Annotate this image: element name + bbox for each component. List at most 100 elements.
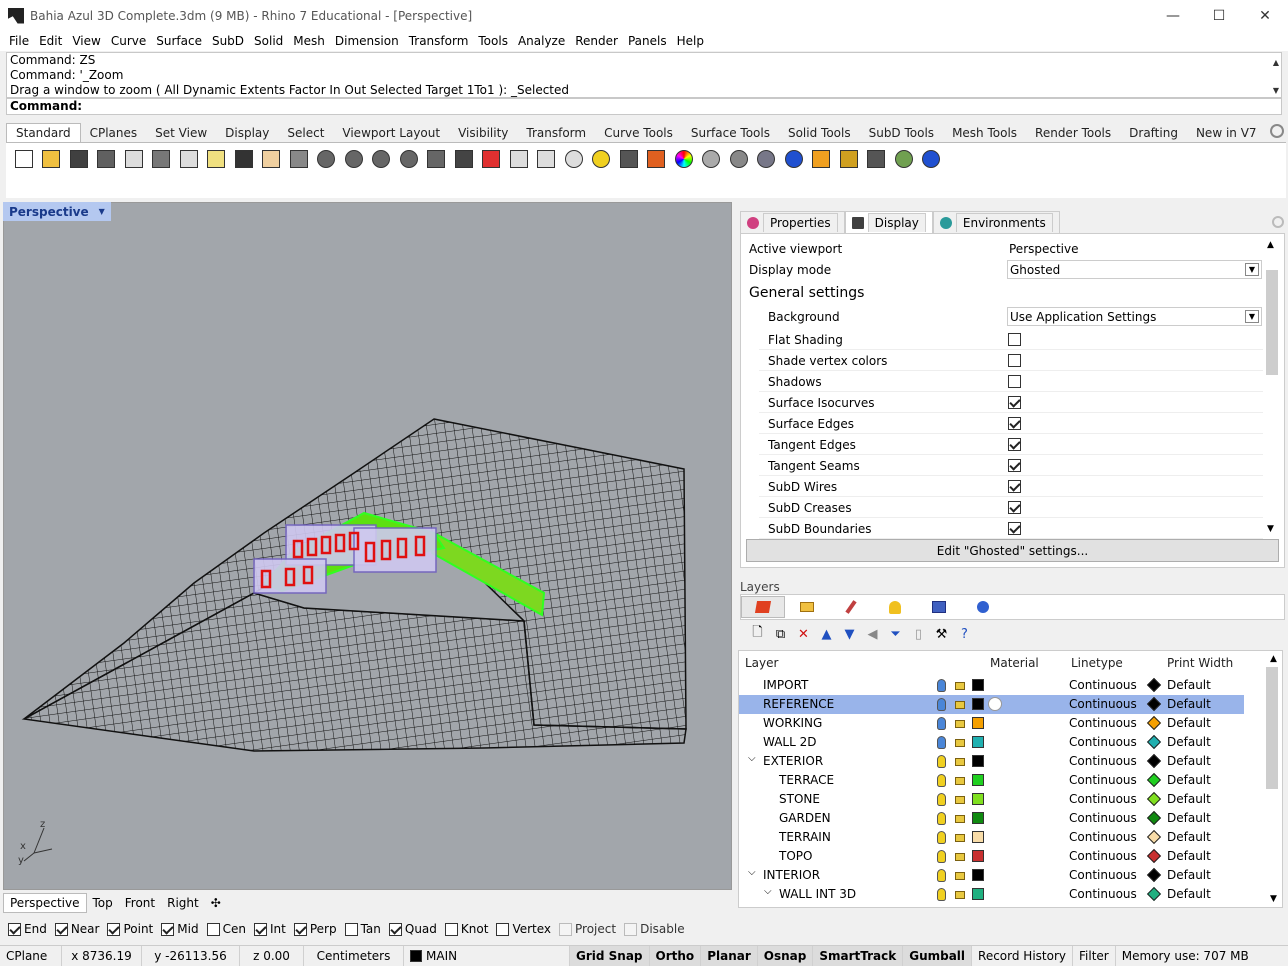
new-sublayer-icon[interactable]: ⧉: [769, 627, 792, 642]
layer-linetype[interactable]: Continuous: [1069, 830, 1137, 844]
shaded-sphere-button[interactable]: [725, 147, 753, 171]
osnap-vertex[interactable]: Vertex: [496, 922, 551, 936]
viewport-title-tab[interactable]: Perspective ▼: [3, 202, 111, 221]
tab-drafting[interactable]: Drafting: [1120, 124, 1187, 142]
menu-mesh[interactable]: Mesh: [288, 34, 330, 48]
lock-icon[interactable]: [955, 739, 965, 747]
scroll-up-icon[interactable]: ▲: [1267, 240, 1274, 250]
print-color-diamond-icon[interactable]: [1146, 772, 1162, 788]
layer-row-stone[interactable]: STONE Continuous Default: [739, 790, 1244, 809]
print-button[interactable]: [93, 147, 121, 171]
visibility-bulb-icon[interactable]: [937, 736, 946, 749]
visibility-bulb-icon[interactable]: [937, 755, 946, 768]
panel-tab-properties[interactable]: Properties: [740, 211, 845, 233]
scroll-up-icon[interactable]: ▲: [1270, 654, 1277, 664]
layer-row-terrace[interactable]: TERRACE Continuous Default: [739, 771, 1244, 790]
menu-tools[interactable]: Tools: [473, 34, 513, 48]
lock-icon[interactable]: [955, 872, 965, 880]
print-color-diamond-icon[interactable]: [1146, 810, 1162, 826]
viewport-tab-right[interactable]: Right: [161, 894, 205, 912]
print-color-diamond-icon[interactable]: [1146, 829, 1162, 845]
help-icon[interactable]: ?: [953, 627, 976, 642]
expand-chevron-icon[interactable]: ⌵: [748, 753, 756, 764]
lock-icon[interactable]: [955, 777, 965, 785]
tab-viewport-layout[interactable]: Viewport Layout: [333, 124, 449, 142]
layers-tab-icon[interactable]: [741, 596, 785, 618]
menu-render[interactable]: Render: [570, 34, 623, 48]
toggle-ortho[interactable]: Ortho: [649, 945, 702, 966]
move-view-button[interactable]: [285, 147, 313, 171]
layer-linetype[interactable]: Continuous: [1069, 716, 1137, 730]
viewport-canvas[interactable]: z y x: [4, 203, 733, 891]
menu-file[interactable]: File: [4, 34, 34, 48]
layer-color-swatch[interactable]: [972, 869, 984, 881]
tab-mesh-tools[interactable]: Mesh Tools: [943, 124, 1026, 142]
menu-curve[interactable]: Curve: [106, 34, 151, 48]
osnap-near[interactable]: Near: [54, 922, 99, 936]
lock-icon[interactable]: [955, 891, 965, 899]
option-shadows-checkbox[interactable]: [1008, 375, 1021, 388]
osnap-point[interactable]: Point: [107, 922, 153, 936]
osnap-mid-checkbox[interactable]: [161, 922, 175, 936]
layer-linetype[interactable]: Continuous: [1069, 735, 1137, 749]
tab-curve-tools[interactable]: Curve Tools: [595, 124, 682, 142]
tab-render-tools[interactable]: Render Tools: [1026, 124, 1120, 142]
tab-solid-tools[interactable]: Solid Tools: [779, 124, 860, 142]
osnap-cen-checkbox[interactable]: [206, 922, 220, 936]
option-tangent-seams-checkbox[interactable]: [1008, 459, 1021, 472]
layer-color-swatch[interactable]: [972, 774, 984, 786]
tab-cplanes[interactable]: CPlanes: [81, 124, 147, 142]
option-flat-shading-checkbox[interactable]: [1008, 333, 1021, 346]
layer-row-import[interactable]: IMPORT Continuous Default: [739, 676, 1244, 695]
paste-button[interactable]: [203, 147, 231, 171]
perspective-viewport[interactable]: z y x: [3, 202, 732, 890]
layer-print-width[interactable]: Default: [1167, 754, 1211, 768]
brush-tab-icon[interactable]: [829, 596, 873, 618]
tab-surface-tools[interactable]: Surface Tools: [682, 124, 779, 142]
layer-print-width[interactable]: Default: [1167, 849, 1211, 863]
menu-transform[interactable]: Transform: [404, 34, 474, 48]
properties-scroll-thumb[interactable]: [1266, 270, 1278, 375]
add-viewport-tab-icon[interactable]: ✣: [205, 894, 227, 912]
zoom-selected-button[interactable]: [395, 147, 423, 171]
layer-print-width[interactable]: Default: [1167, 830, 1211, 844]
layer-color-swatch[interactable]: [972, 831, 984, 843]
osnap-end-checkbox[interactable]: [8, 922, 21, 936]
visibility-bulb-icon[interactable]: [937, 679, 946, 692]
cut-button[interactable]: [148, 147, 176, 171]
menu-edit[interactable]: Edit: [34, 34, 67, 48]
lock-icon[interactable]: [955, 834, 965, 842]
edit-ghosted-settings-button[interactable]: Edit "Ghosted" settings...: [746, 539, 1279, 562]
bell-tab-icon[interactable]: [873, 596, 917, 618]
layer-color-swatch[interactable]: [972, 850, 984, 862]
help-button[interactable]: [918, 147, 946, 171]
tab-transform[interactable]: Transform: [517, 124, 595, 142]
car-button[interactable]: [478, 147, 506, 171]
current-layer[interactable]: MAIN: [404, 945, 570, 966]
layer-print-width[interactable]: Default: [1167, 868, 1211, 882]
pan-hand-button[interactable]: [258, 147, 286, 171]
osnap-mid[interactable]: Mid: [161, 922, 199, 936]
zoom-button[interactable]: [313, 147, 341, 171]
new-button[interactable]: [10, 147, 38, 171]
osnap-cen[interactable]: Cen: [206, 922, 246, 936]
lock-icon[interactable]: [955, 682, 965, 690]
light-button[interactable]: [588, 147, 616, 171]
viewport-tab-top[interactable]: Top: [87, 894, 119, 912]
layer-button[interactable]: [643, 147, 671, 171]
osnap-perp-checkbox[interactable]: [293, 922, 307, 936]
layer-color-swatch[interactable]: [972, 812, 984, 824]
minimize-button[interactable]: —: [1150, 0, 1196, 31]
layer-print-width[interactable]: Default: [1167, 735, 1211, 749]
expand-chevron-icon[interactable]: ⌵: [748, 867, 756, 878]
osnap-quad-checkbox[interactable]: [388, 922, 402, 936]
scroll-up-icon[interactable]: ▲: [1273, 55, 1279, 70]
print-color-diamond-icon[interactable]: [1146, 848, 1162, 864]
toggle-grid-snap[interactable]: Grid Snap: [570, 945, 650, 966]
osnap-end[interactable]: End: [8, 922, 47, 936]
lock-icon[interactable]: [955, 796, 965, 804]
osnap-point-checkbox[interactable]: [107, 922, 121, 936]
layer-linetype[interactable]: Continuous: [1069, 754, 1137, 768]
visibility-bulb-icon[interactable]: [937, 698, 946, 711]
visibility-bulb-icon[interactable]: [937, 869, 946, 882]
